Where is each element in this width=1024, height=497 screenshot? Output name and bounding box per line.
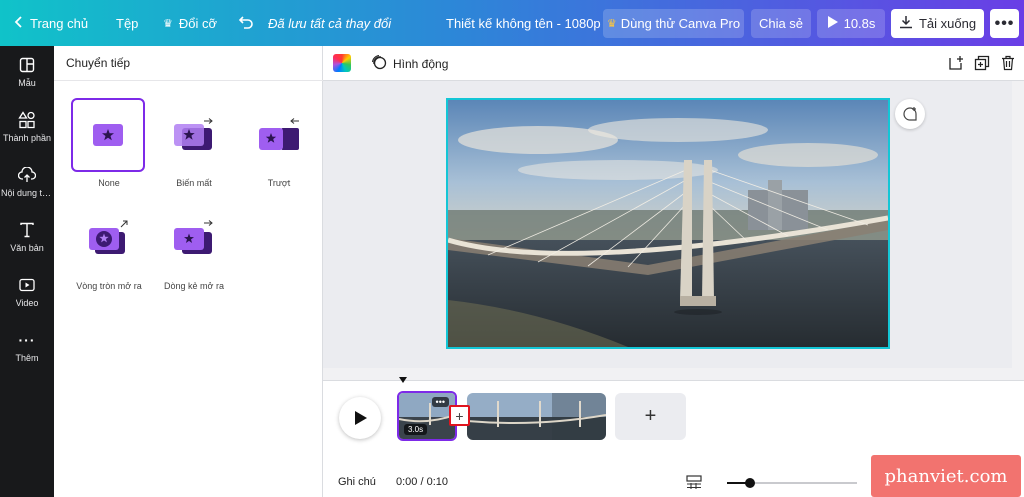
side-rail: Mẫu Thành phần Nội dung tải lên Văn bản … bbox=[0, 46, 54, 497]
slide-icon bbox=[259, 118, 299, 150]
horizontal-scrollbar[interactable] bbox=[323, 368, 1016, 380]
transition-line-wipe[interactable]: Dòng kẻ mở ra bbox=[156, 201, 232, 291]
document-title[interactable]: Thiết kế không tên - 1080p bbox=[446, 0, 601, 46]
home-label: Trang chủ bbox=[30, 15, 89, 31]
transition-none[interactable]: None bbox=[71, 98, 147, 188]
star-card-icon bbox=[93, 124, 123, 146]
transition-thumb bbox=[156, 201, 230, 275]
more-button[interactable]: ••• bbox=[990, 9, 1019, 38]
try-pro-button[interactable]: ♛ Dùng thử Canva Pro bbox=[603, 9, 744, 38]
notes-button[interactable]: Ghi chú bbox=[338, 476, 376, 488]
more-icon: ··· bbox=[18, 332, 36, 348]
trash-icon[interactable] bbox=[1000, 55, 1016, 71]
present-button[interactable]: 10.8s bbox=[817, 9, 885, 38]
video-frame[interactable] bbox=[446, 98, 890, 349]
canvas-toolbar: Hình động bbox=[323, 46, 1024, 81]
playhead-marker[interactable] bbox=[399, 377, 407, 383]
add-comment-icon[interactable] bbox=[895, 99, 925, 129]
undo-icon bbox=[238, 15, 254, 32]
transition-slide[interactable]: Trượt bbox=[241, 98, 317, 188]
rail-item-video[interactable]: Video bbox=[0, 266, 54, 318]
panel-title: Chuyển tiếp bbox=[54, 46, 323, 81]
top-bar: Trang chủ Tệp ♛ Đổi cỡ Đã lưu tất cả tha… bbox=[0, 0, 1024, 46]
animation-icon bbox=[371, 54, 387, 73]
download-icon bbox=[899, 15, 913, 32]
elements-icon bbox=[18, 111, 36, 129]
video-icon bbox=[18, 276, 36, 294]
chevron-left-icon bbox=[14, 15, 24, 31]
crown-icon: ♛ bbox=[606, 18, 617, 30]
resize-button[interactable]: ♛ Đổi cỡ bbox=[163, 0, 217, 46]
add-page-icon[interactable] bbox=[948, 55, 964, 71]
transition-thumb bbox=[71, 201, 145, 275]
transition-thumb bbox=[241, 98, 315, 172]
line-wipe-icon bbox=[174, 220, 213, 254]
add-scene-button[interactable]: + bbox=[615, 393, 686, 440]
play-icon bbox=[827, 16, 838, 31]
transition-dissolve[interactable]: Biến mất bbox=[156, 98, 232, 188]
home-button[interactable]: Trang chủ bbox=[14, 0, 88, 46]
text-icon bbox=[18, 221, 36, 239]
timecode: 0:00 / 0:10 bbox=[396, 476, 448, 488]
dissolve-icon bbox=[174, 118, 213, 150]
rail-item-text[interactable]: Văn bản bbox=[0, 211, 54, 263]
timeline-clip-2[interactable] bbox=[467, 393, 606, 440]
rail-item-templates[interactable]: Mẫu bbox=[0, 46, 54, 98]
share-button[interactable]: Chia sẻ bbox=[751, 9, 811, 38]
template-icon bbox=[18, 56, 36, 74]
grid-view-icon[interactable] bbox=[686, 475, 702, 489]
add-transition-button[interactable]: + bbox=[449, 405, 470, 426]
play-icon bbox=[354, 411, 367, 425]
circle-wipe-icon bbox=[89, 220, 128, 254]
transition-thumb bbox=[156, 98, 230, 172]
animation-button[interactable]: Hình động bbox=[371, 46, 448, 81]
canvas-stage bbox=[323, 81, 1024, 368]
rail-item-uploads[interactable]: Nội dung tải lên bbox=[0, 156, 54, 208]
clip-thumbnail bbox=[467, 393, 606, 440]
download-button[interactable]: Tải xuống bbox=[891, 9, 984, 38]
transition-circle-wipe[interactable]: Vòng tròn mở ra bbox=[71, 201, 147, 291]
rail-item-more[interactable]: ··· Thêm bbox=[0, 321, 54, 373]
clip-options-button[interactable]: ••• bbox=[431, 397, 449, 407]
transition-thumb bbox=[71, 98, 145, 172]
undo-button[interactable] bbox=[238, 0, 254, 46]
saved-status: Đã lưu tất cả thay đổi bbox=[268, 15, 392, 31]
clip-duration: 3.0s bbox=[404, 424, 428, 435]
rail-item-elements[interactable]: Thành phần bbox=[0, 101, 54, 153]
bridge-photo bbox=[448, 100, 888, 347]
crown-icon: ♛ bbox=[163, 17, 173, 30]
upload-icon bbox=[18, 166, 36, 184]
color-picker-icon[interactable] bbox=[333, 54, 351, 72]
watermark-logo: phanviet.com bbox=[871, 455, 1021, 497]
transitions-panel: Chuyển tiếp None Biến mất Trượt Vòng trò… bbox=[54, 46, 323, 497]
vertical-scrollbar[interactable] bbox=[1012, 81, 1024, 380]
duplicate-page-icon[interactable] bbox=[974, 55, 990, 71]
zoom-slider-handle[interactable] bbox=[745, 478, 755, 488]
file-menu[interactable]: Tệp bbox=[116, 0, 138, 46]
timeline-play-button[interactable] bbox=[339, 397, 381, 439]
timeline-clip-1[interactable]: ••• 3.0s bbox=[397, 391, 457, 441]
canva-editor: Trang chủ Tệp ♛ Đổi cỡ Đã lưu tất cả tha… bbox=[0, 0, 1024, 497]
